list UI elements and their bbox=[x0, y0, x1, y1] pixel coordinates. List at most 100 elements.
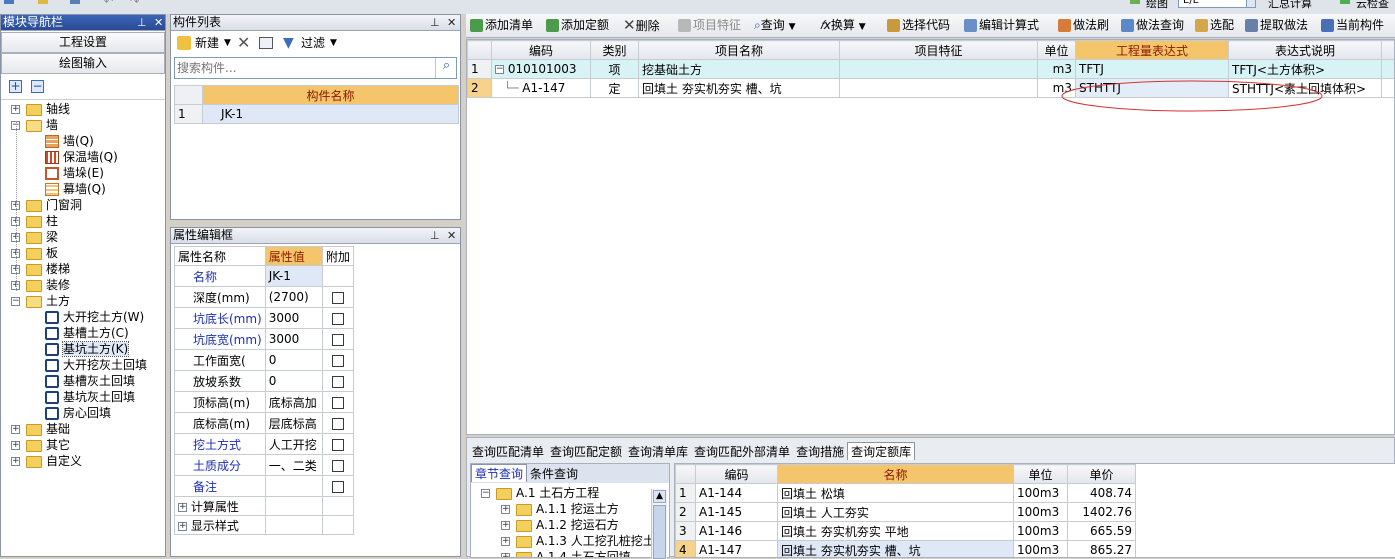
expand-icon[interactable]: + bbox=[501, 553, 510, 557]
tab-quota-library[interactable]: 查询定额库 bbox=[847, 442, 915, 460]
property-group-row[interactable]: + 计算属性 bbox=[175, 497, 354, 516]
quota-price-cell[interactable]: 865.27 bbox=[1068, 541, 1136, 559]
chevron-down-icon[interactable] bbox=[1246, 0, 1256, 8]
chapter-tree-item[interactable]: +A.1.3 人工挖孔桩挖土 bbox=[501, 533, 655, 549]
attach-checkbox[interactable] bbox=[332, 439, 344, 451]
property-row[interactable]: 坑底宽(mm)3000 bbox=[175, 329, 354, 350]
current-component-button[interactable]: 当前构件 bbox=[1336, 18, 1384, 32]
nav-tree-item[interactable]: 基坑灰土回填 bbox=[45, 389, 135, 405]
quota-name-cell[interactable]: 回填土 松填 bbox=[778, 484, 1014, 503]
quota-price-cell[interactable]: 408.74 bbox=[1068, 484, 1136, 503]
property-extra-cell[interactable] bbox=[322, 371, 353, 392]
quota-code-cell[interactable]: A1-146 bbox=[696, 522, 778, 541]
search-icon[interactable]: ⌕ bbox=[435, 58, 457, 78]
attach-checkbox[interactable] bbox=[332, 292, 344, 304]
undo-icon[interactable]: ↶ bbox=[104, 0, 113, 8]
nav-tree-item[interactable]: −墙 bbox=[11, 117, 58, 133]
nav-tree-item[interactable]: 大开挖灰土回填 bbox=[45, 357, 147, 373]
table-row[interactable]: 2A1-145回填土 人工夯实100m31402.76 bbox=[676, 503, 1136, 522]
property-group-cell[interactable]: + 显示样式 bbox=[175, 516, 266, 535]
expand-icon[interactable]: + bbox=[178, 522, 187, 531]
nav-tree-item[interactable]: 墙垛(E) bbox=[45, 165, 104, 181]
nav-tree-item[interactable]: +其它 bbox=[11, 437, 70, 453]
chapter-tree-item[interactable]: −A.1 土石方工程 bbox=[481, 485, 599, 501]
chevron-down-icon[interactable]: ▼ bbox=[224, 31, 231, 55]
open-icon[interactable] bbox=[38, 0, 48, 4]
filter-button[interactable]: 过滤 bbox=[301, 31, 325, 55]
tab-match-quota[interactable]: 查询匹配定额 bbox=[547, 443, 625, 461]
nav-tree-item[interactable]: +楼梯 bbox=[11, 261, 70, 277]
property-value-cell[interactable]: JK-1 bbox=[265, 266, 322, 287]
scroll-up-icon[interactable]: ▲ bbox=[653, 490, 666, 503]
attach-checkbox[interactable] bbox=[332, 397, 344, 409]
component-search-input[interactable] bbox=[175, 58, 431, 78]
chevron-down-icon[interactable]: ▼ bbox=[859, 22, 866, 32]
nav-tree-item[interactable]: 大开挖土方(W) bbox=[45, 309, 144, 325]
edit-formula-button[interactable]: 编辑计算式 bbox=[979, 18, 1039, 32]
property-row[interactable]: 底标高(m)层底标高 bbox=[175, 413, 354, 434]
chevron-down-icon[interactable]: ▼ bbox=[789, 22, 796, 32]
quota-name-cell[interactable]: 回填土 夯实机夯实 槽、坑 bbox=[778, 541, 1014, 559]
nav-tree-item[interactable]: 保温墙(Q) bbox=[45, 149, 118, 165]
property-value-cell[interactable]: (2700) bbox=[265, 287, 322, 308]
expand-icon[interactable]: + bbox=[11, 105, 20, 114]
item-feature-cell[interactable] bbox=[840, 79, 1038, 98]
attach-checkbox[interactable] bbox=[332, 481, 344, 493]
nav-tree-item[interactable]: 基槽土方(C) bbox=[45, 325, 129, 341]
close-icon[interactable]: ✕ bbox=[447, 228, 456, 243]
property-row[interactable]: 备注 bbox=[175, 476, 354, 497]
property-extra-cell[interactable] bbox=[322, 392, 353, 413]
attach-checkbox[interactable] bbox=[332, 460, 344, 472]
expand-icon[interactable]: + bbox=[11, 457, 20, 466]
expand-icon[interactable]: + bbox=[501, 505, 510, 514]
property-extra-cell[interactable] bbox=[322, 329, 353, 350]
property-value-cell[interactable]: 3000 bbox=[265, 308, 322, 329]
tab-match-bill[interactable]: 查询匹配清单 bbox=[469, 443, 547, 461]
chapter-tree-item[interactable]: +A.1.1 挖运土方 bbox=[501, 501, 619, 517]
quota-code-cell[interactable]: A1-147 bbox=[696, 541, 778, 559]
property-extra-cell[interactable] bbox=[322, 287, 353, 308]
property-row[interactable]: 深度(mm)(2700) bbox=[175, 287, 354, 308]
property-extra-cell[interactable] bbox=[322, 413, 353, 434]
collapse-all-icon[interactable]: − bbox=[31, 80, 44, 93]
nav-tree-item[interactable]: +基础 bbox=[11, 421, 70, 437]
match-button[interactable]: 选配 bbox=[1210, 18, 1234, 32]
convert-button[interactable]: 换算 bbox=[831, 18, 855, 32]
property-value-cell[interactable] bbox=[265, 476, 322, 497]
nav-tree-item[interactable]: 基槽灰土回填 bbox=[45, 373, 135, 389]
collapse-icon[interactable]: − bbox=[495, 65, 504, 74]
property-group-row[interactable]: + 显示样式 bbox=[175, 516, 354, 535]
tab-measures[interactable]: 查询措施 bbox=[793, 443, 847, 461]
code-cell[interactable]: − 010101003 bbox=[492, 60, 591, 79]
method-brush-button[interactable]: 做法刷 bbox=[1073, 18, 1109, 32]
property-row[interactable]: 土质成分一、二类 bbox=[175, 455, 354, 476]
property-value-cell[interactable]: 层底标高 bbox=[265, 413, 322, 434]
property-value-cell[interactable]: 3000 bbox=[265, 329, 322, 350]
quota-code-cell[interactable]: A1-145 bbox=[696, 503, 778, 522]
nav-tree-item[interactable]: 基坑土方(K) bbox=[45, 341, 128, 357]
scroll-thumb[interactable] bbox=[653, 505, 666, 559]
component-name-cell[interactable]: JK-1 bbox=[203, 105, 459, 124]
extract-method-button[interactable]: 提取做法 bbox=[1260, 18, 1308, 32]
quota-price-cell[interactable]: 665.59 bbox=[1068, 522, 1136, 541]
nav-tree-item[interactable]: 墙(Q) bbox=[45, 133, 94, 149]
property-extra-cell[interactable] bbox=[322, 455, 353, 476]
quota-price-cell[interactable]: 1402.76 bbox=[1068, 503, 1136, 522]
quota-unit-cell[interactable]: 100m3 bbox=[1014, 522, 1068, 541]
nav-button-project-settings[interactable]: 工程设置 bbox=[1, 32, 165, 53]
quota-unit-cell[interactable]: 100m3 bbox=[1014, 541, 1068, 559]
type-cell[interactable]: 项 bbox=[591, 60, 639, 79]
property-row[interactable]: 顶标高(m)底标高加 bbox=[175, 392, 354, 413]
select-code-button[interactable]: 选择代码 bbox=[902, 18, 950, 32]
nav-tree-item[interactable]: +轴线 bbox=[11, 101, 70, 117]
filter-icon[interactable]: ▼ bbox=[283, 31, 294, 55]
code-cell[interactable]: └─ A1-147 bbox=[492, 79, 591, 98]
nav-tree-item[interactable]: 幕墙(Q) bbox=[45, 181, 106, 197]
property-extra-cell[interactable] bbox=[322, 476, 353, 497]
delete-button[interactable]: 删除 bbox=[636, 19, 660, 33]
floor-select[interactable]: E/E bbox=[1178, 0, 1254, 8]
expand-icon[interactable]: + bbox=[501, 537, 510, 546]
attach-checkbox[interactable] bbox=[332, 355, 344, 367]
expand-icon[interactable]: + bbox=[501, 521, 510, 530]
copy-icon[interactable] bbox=[259, 37, 273, 49]
